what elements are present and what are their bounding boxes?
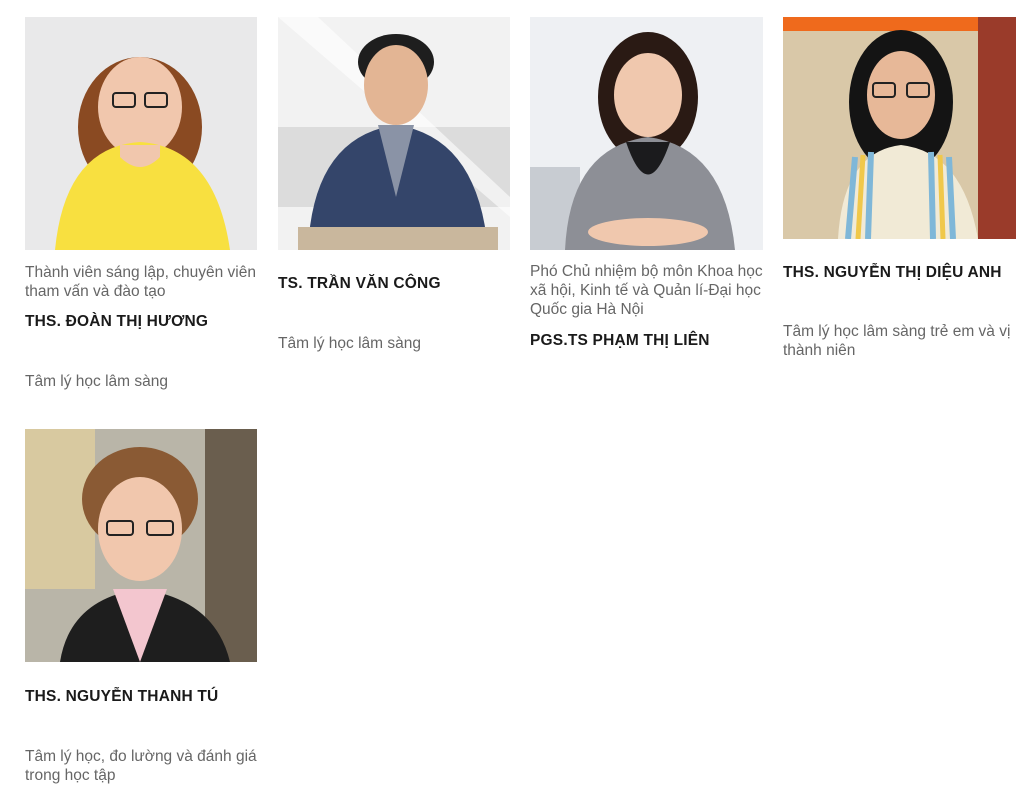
expert-photo[interactable] (278, 17, 510, 250)
expert-name[interactable]: PGS.TS PHẠM THỊ LIÊN (530, 331, 710, 350)
expert-name[interactable]: TS. TRẦN VĂN CÔNG (278, 274, 441, 293)
expert-specialty: Tâm lý học lâm sàng trẻ em và vị thành n… (783, 323, 1011, 359)
expert-description: Thành viên sáng lập, chuyên viên tham vấ… (25, 264, 256, 300)
expert-photo[interactable] (25, 17, 257, 250)
expert-name[interactable]: THS. NGUYỄN THỊ DIỆU ANH (783, 263, 1002, 282)
expert-specialty: Tâm lý học lâm sàng (25, 373, 168, 390)
expert-photo[interactable] (530, 17, 763, 250)
expert-description: Phó Chủ nhiệm bộ môn Khoa học xã hội, Ki… (530, 263, 763, 318)
expert-name[interactable]: THS. ĐOÀN THỊ HƯƠNG (25, 312, 208, 331)
expert-photo[interactable] (783, 17, 1016, 239)
expert-name[interactable]: THS. NGUYỄN THANH TÚ (25, 687, 218, 706)
expert-specialty: Tâm lý học lâm sàng (278, 335, 421, 352)
expert-specialty: Tâm lý học, đo lường và đánh giá trong h… (25, 748, 257, 784)
expert-photo[interactable] (25, 429, 257, 662)
